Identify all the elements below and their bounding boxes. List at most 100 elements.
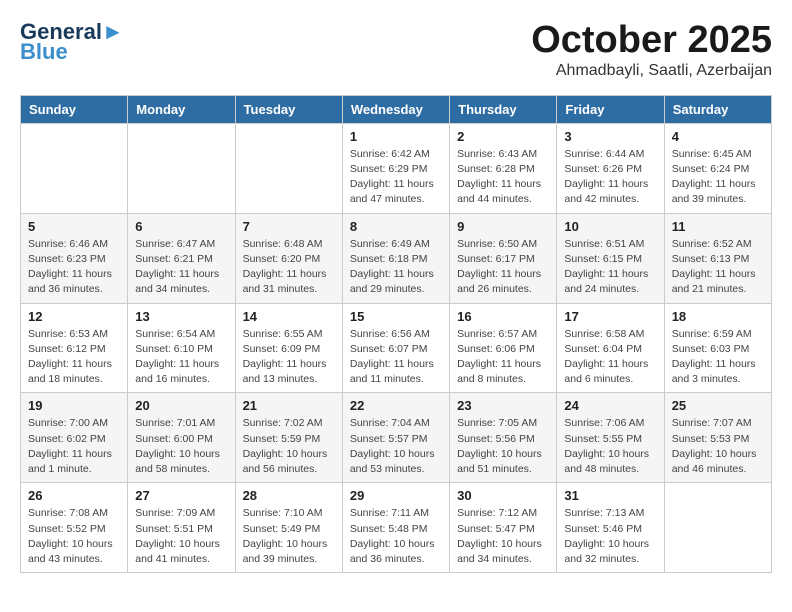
empty-cell bbox=[235, 123, 342, 213]
calendar-body: 1 Sunrise: 6:42 AM Sunset: 6:29 PM Daylig… bbox=[21, 123, 772, 572]
day-info: Sunrise: 7:09 AM Sunset: 5:51 PM Dayligh… bbox=[135, 506, 227, 567]
day-info: Sunrise: 6:52 AM Sunset: 6:13 PM Dayligh… bbox=[672, 237, 764, 298]
day-info: Sunrise: 7:11 AM Sunset: 5:48 PM Dayligh… bbox=[350, 506, 442, 567]
day-info: Sunrise: 6:58 AM Sunset: 6:04 PM Dayligh… bbox=[564, 327, 656, 388]
day-cell-31: 31 Sunrise: 7:13 AM Sunset: 5:46 PM Dayli… bbox=[557, 483, 664, 573]
week-row-2: 5 Sunrise: 6:46 AM Sunset: 6:23 PM Daylig… bbox=[21, 213, 772, 303]
title-section: October 2025 Ahmadbayli, Saatli, Azerbai… bbox=[531, 20, 772, 80]
day-info: Sunrise: 7:08 AM Sunset: 5:52 PM Dayligh… bbox=[28, 506, 120, 567]
day-cell-28: 28 Sunrise: 7:10 AM Sunset: 5:49 PM Dayli… bbox=[235, 483, 342, 573]
day-cell-10: 10 Sunrise: 6:51 AM Sunset: 6:15 PM Dayli… bbox=[557, 213, 664, 303]
empty-cell bbox=[21, 123, 128, 213]
week-row-3: 12 Sunrise: 6:53 AM Sunset: 6:12 PM Dayli… bbox=[21, 303, 772, 393]
day-number: 24 bbox=[564, 398, 656, 413]
calendar-table: SundayMondayTuesdayWednesdayThursdayFrid… bbox=[20, 95, 772, 573]
day-cell-21: 21 Sunrise: 7:02 AM Sunset: 5:59 PM Dayli… bbox=[235, 393, 342, 483]
day-cell-11: 11 Sunrise: 6:52 AM Sunset: 6:13 PM Dayli… bbox=[664, 213, 771, 303]
day-number: 1 bbox=[350, 129, 442, 144]
day-cell-1: 1 Sunrise: 6:42 AM Sunset: 6:29 PM Daylig… bbox=[342, 123, 449, 213]
day-info: Sunrise: 6:48 AM Sunset: 6:20 PM Dayligh… bbox=[243, 237, 335, 298]
day-cell-6: 6Sunrise: 6:47 AM Sunset: 6:21 PM Daylig… bbox=[128, 213, 235, 303]
day-cell-29: 29 Sunrise: 7:11 AM Sunset: 5:48 PM Dayli… bbox=[342, 483, 449, 573]
day-cell-22: 22 Sunrise: 7:04 AM Sunset: 5:57 PM Dayli… bbox=[342, 393, 449, 483]
day-info: Sunrise: 7:10 AM Sunset: 5:49 PM Dayligh… bbox=[243, 506, 335, 567]
day-number: 11 bbox=[672, 219, 764, 234]
day-cell-26: 26 Sunrise: 7:08 AM Sunset: 5:52 PM Dayli… bbox=[21, 483, 128, 573]
day-info: Sunrise: 6:54 AM Sunset: 6:10 PM Dayligh… bbox=[135, 327, 227, 388]
logo: General► Blue bbox=[20, 20, 124, 64]
day-cell-24: 24 Sunrise: 7:06 AM Sunset: 5:55 PM Dayli… bbox=[557, 393, 664, 483]
day-info: Sunrise: 7:05 AM Sunset: 5:56 PM Dayligh… bbox=[457, 416, 549, 477]
day-number: 4 bbox=[672, 129, 764, 144]
day-cell-13: 13 Sunrise: 6:54 AM Sunset: 6:10 PM Dayli… bbox=[128, 303, 235, 393]
day-info: Sunrise: 6:46 AM Sunset: 6:23 PM Dayligh… bbox=[28, 237, 120, 298]
weekday-header-saturday: Saturday bbox=[664, 95, 771, 123]
day-info: Sunrise: 7:06 AM Sunset: 5:55 PM Dayligh… bbox=[564, 416, 656, 477]
day-info: Sunrise: 7:13 AM Sunset: 5:46 PM Dayligh… bbox=[564, 506, 656, 567]
day-number: 2 bbox=[457, 129, 549, 144]
calendar-header: SundayMondayTuesdayWednesdayThursdayFrid… bbox=[21, 95, 772, 123]
weekday-row: SundayMondayTuesdayWednesdayThursdayFrid… bbox=[21, 95, 772, 123]
weekday-header-monday: Monday bbox=[128, 95, 235, 123]
page-header: General► Blue October 2025 Ahmadbayli, S… bbox=[20, 20, 772, 80]
day-cell-20: 20 Sunrise: 7:01 AM Sunset: 6:00 PM Dayli… bbox=[128, 393, 235, 483]
day-info: Sunrise: 7:00 AM Sunset: 6:02 PM Dayligh… bbox=[28, 416, 120, 477]
day-number: 18 bbox=[672, 309, 764, 324]
day-number: 16 bbox=[457, 309, 549, 324]
day-cell-12: 12 Sunrise: 6:53 AM Sunset: 6:12 PM Dayli… bbox=[21, 303, 128, 393]
day-number: 5 bbox=[28, 219, 120, 234]
day-info: Sunrise: 6:45 AM Sunset: 6:24 PM Dayligh… bbox=[672, 147, 764, 208]
day-cell-9: 9Sunrise: 6:50 AM Sunset: 6:17 PM Daylig… bbox=[450, 213, 557, 303]
weekday-header-sunday: Sunday bbox=[21, 95, 128, 123]
day-info: Sunrise: 6:42 AM Sunset: 6:29 PM Dayligh… bbox=[350, 147, 442, 208]
day-info: Sunrise: 6:55 AM Sunset: 6:09 PM Dayligh… bbox=[243, 327, 335, 388]
day-number: 23 bbox=[457, 398, 549, 413]
day-cell-8: 8 Sunrise: 6:49 AM Sunset: 6:18 PM Daylig… bbox=[342, 213, 449, 303]
day-number: 28 bbox=[243, 488, 335, 503]
day-number: 14 bbox=[243, 309, 335, 324]
day-cell-23: 23 Sunrise: 7:05 AM Sunset: 5:56 PM Dayli… bbox=[450, 393, 557, 483]
day-info: Sunrise: 6:49 AM Sunset: 6:18 PM Dayligh… bbox=[350, 237, 442, 298]
weekday-header-wednesday: Wednesday bbox=[342, 95, 449, 123]
day-info: Sunrise: 6:57 AM Sunset: 6:06 PM Dayligh… bbox=[457, 327, 549, 388]
day-number: 13 bbox=[135, 309, 227, 324]
day-cell-5: 5 Sunrise: 6:46 AM Sunset: 6:23 PM Daylig… bbox=[21, 213, 128, 303]
empty-cell bbox=[664, 483, 771, 573]
day-number: 3 bbox=[564, 129, 656, 144]
day-number: 21 bbox=[243, 398, 335, 413]
day-cell-14: 14 Sunrise: 6:55 AM Sunset: 6:09 PM Dayli… bbox=[235, 303, 342, 393]
day-number: 8 bbox=[350, 219, 442, 234]
day-number: 7 bbox=[243, 219, 335, 234]
day-info: Sunrise: 7:04 AM Sunset: 5:57 PM Dayligh… bbox=[350, 416, 442, 477]
day-cell-4: 4 Sunrise: 6:45 AM Sunset: 6:24 PM Daylig… bbox=[664, 123, 771, 213]
day-number: 26 bbox=[28, 488, 120, 503]
day-info: Sunrise: 6:53 AM Sunset: 6:12 PM Dayligh… bbox=[28, 327, 120, 388]
week-row-5: 26 Sunrise: 7:08 AM Sunset: 5:52 PM Dayli… bbox=[21, 483, 772, 573]
day-info: Sunrise: 7:12 AM Sunset: 5:47 PM Dayligh… bbox=[457, 506, 549, 567]
day-cell-15: 15Sunrise: 6:56 AM Sunset: 6:07 PM Dayli… bbox=[342, 303, 449, 393]
weekday-header-thursday: Thursday bbox=[450, 95, 557, 123]
week-row-1: 1 Sunrise: 6:42 AM Sunset: 6:29 PM Daylig… bbox=[21, 123, 772, 213]
location-subtitle: Ahmadbayli, Saatli, Azerbaijan bbox=[531, 62, 772, 80]
day-number: 20 bbox=[135, 398, 227, 413]
weekday-header-tuesday: Tuesday bbox=[235, 95, 342, 123]
day-info: Sunrise: 6:44 AM Sunset: 6:26 PM Dayligh… bbox=[564, 147, 656, 208]
day-cell-2: 2Sunrise: 6:43 AM Sunset: 6:28 PM Daylig… bbox=[450, 123, 557, 213]
day-cell-25: 25Sunrise: 7:07 AM Sunset: 5:53 PM Dayli… bbox=[664, 393, 771, 483]
day-cell-3: 3 Sunrise: 6:44 AM Sunset: 6:26 PM Daylig… bbox=[557, 123, 664, 213]
empty-cell bbox=[128, 123, 235, 213]
day-info: Sunrise: 7:01 AM Sunset: 6:00 PM Dayligh… bbox=[135, 416, 227, 477]
day-number: 29 bbox=[350, 488, 442, 503]
day-number: 31 bbox=[564, 488, 656, 503]
day-cell-19: 19Sunrise: 7:00 AM Sunset: 6:02 PM Dayli… bbox=[21, 393, 128, 483]
weekday-header-friday: Friday bbox=[557, 95, 664, 123]
day-info: Sunrise: 7:02 AM Sunset: 5:59 PM Dayligh… bbox=[243, 416, 335, 477]
day-number: 12 bbox=[28, 309, 120, 324]
day-number: 10 bbox=[564, 219, 656, 234]
day-number: 15 bbox=[350, 309, 442, 324]
day-info: Sunrise: 6:59 AM Sunset: 6:03 PM Dayligh… bbox=[672, 327, 764, 388]
day-number: 22 bbox=[350, 398, 442, 413]
day-info: Sunrise: 6:51 AM Sunset: 6:15 PM Dayligh… bbox=[564, 237, 656, 298]
day-cell-18: 18 Sunrise: 6:59 AM Sunset: 6:03 PM Dayli… bbox=[664, 303, 771, 393]
day-cell-16: 16 Sunrise: 6:57 AM Sunset: 6:06 PM Dayli… bbox=[450, 303, 557, 393]
